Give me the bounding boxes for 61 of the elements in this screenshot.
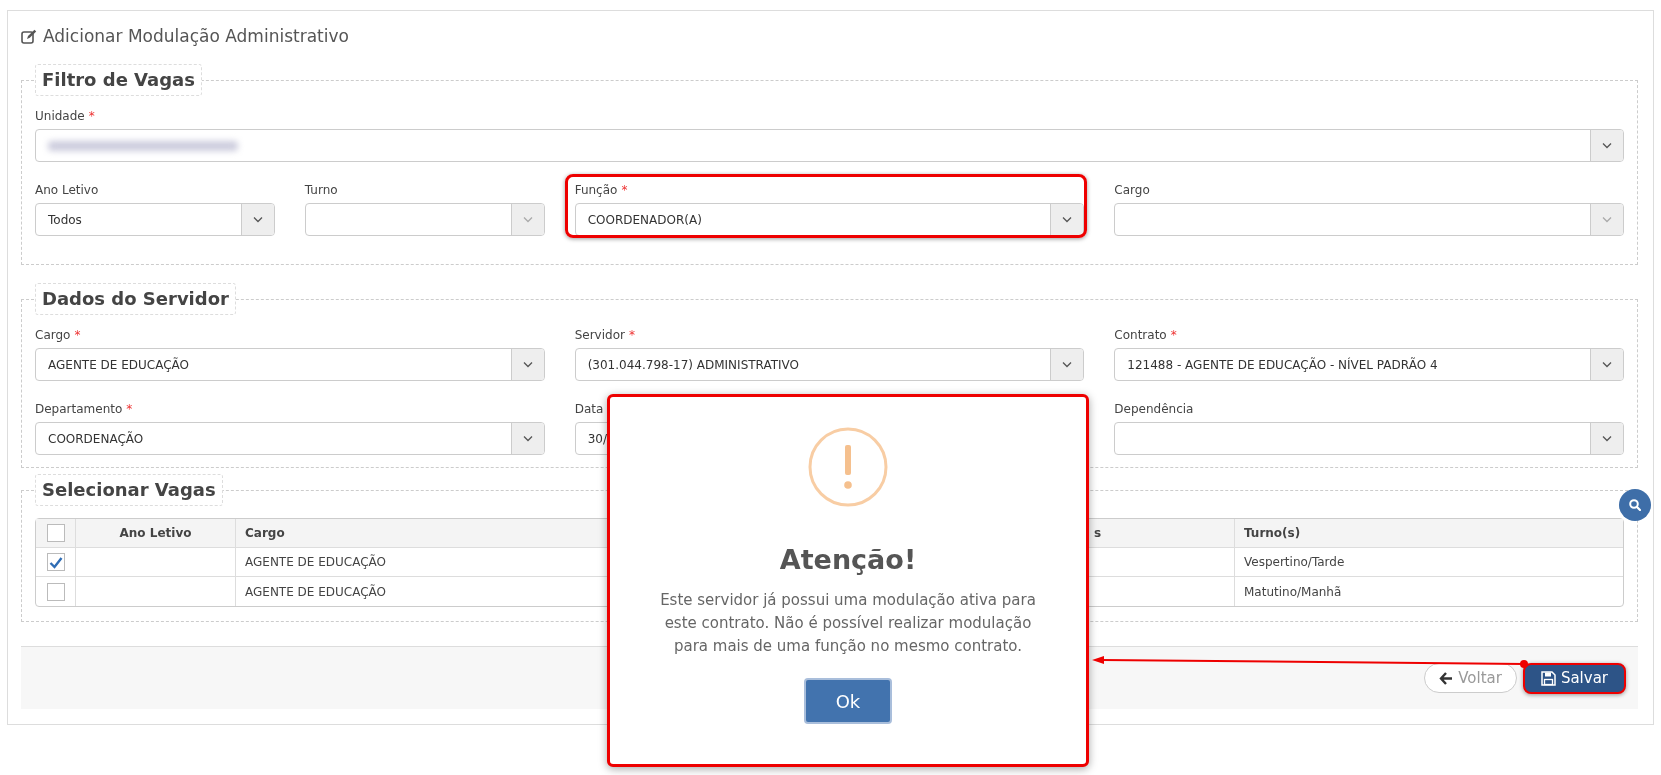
select-field[interactable] [1114,422,1624,455]
field-label: Ano Letivo [35,182,99,198]
field-label: Cargo [35,327,71,343]
column-header: s [1094,526,1102,540]
field-label: Data [574,401,604,417]
table-cell: Matutino/Manhã [1244,584,1342,599]
select-field[interactable]: Todos [35,203,275,236]
check-icon [48,555,63,569]
chevron-icon [522,216,533,223]
table-cell: AGENTE DE EDUCAÇÃO [245,555,387,569]
field-label: Unidade [35,108,85,124]
field-label: Turno [304,182,338,198]
page-title: Adicionar Modulação Administrativo [43,25,349,47]
chevron-icon [1602,142,1612,149]
chevron-icon [1062,361,1073,368]
checkbox[interactable] [46,553,65,571]
field-label: Dependência [1114,401,1194,417]
save-icon [1540,670,1556,686]
edit-icon [21,28,37,44]
section-legend: Selecionar Vagas [35,474,223,506]
warning-icon [808,427,888,507]
chevron-icon [1601,216,1612,223]
field-label: Servidor [574,327,625,343]
required-mark: * [88,108,95,124]
section-legend: Dados do Servidor [35,283,236,315]
select-field[interactable]: (301.044.798-17) ADMINISTRATIVO [574,348,1085,381]
required-mark: * [621,182,628,198]
search-button[interactable] [1619,489,1651,521]
required-mark: * [628,327,635,343]
column-header: Turno(s) [1244,526,1301,540]
chevron-icon [1601,435,1612,442]
search-icon [1629,499,1641,511]
required-mark: * [1170,327,1177,343]
column-header: Cargo [245,526,285,540]
field-label: Departamento [35,401,123,417]
select-field[interactable] [35,129,1624,162]
dialog-message: Este servidor já possui uma modulação ativa para este contrato. Não é possível realizar modulação para mais de uma função no mesmo contrato. [659,590,1037,657]
section-legend: Filtro de Vagas [35,64,202,96]
chevron-icon [522,361,533,368]
chevron-icon [522,435,533,442]
checkbox[interactable] [46,582,65,601]
field-label: Contrato [1114,327,1167,343]
table-cell: AGENTE DE EDUCAÇÃO [245,584,387,599]
chevron-icon [252,216,263,223]
table-cell: Vespertino/Tarde [1244,555,1345,569]
checkbox[interactable] [46,524,65,542]
required-mark: * [126,401,133,417]
chevron-icon [1601,361,1612,368]
select-field[interactable]: COORDENADOR(A) [574,203,1085,236]
chevron-icon [1062,216,1073,223]
required-mark: * [74,327,81,343]
ok-button[interactable]: Ok [804,678,892,724]
save-button[interactable]: Salvar [1522,662,1626,694]
dialog-title: Atenção! [779,543,917,577]
select-field[interactable]: 121488 - AGENTE DE EDUCAÇÃO - NÍVEL PADRÃO 4 [1114,348,1624,381]
select-field[interactable]: COORDENAÇÃO [35,422,545,455]
select-field[interactable]: AGENTE DE EDUCAÇÃO [35,348,545,381]
field-label: Função [574,182,618,198]
arrow-left-icon [1439,671,1454,685]
field-label: Cargo [1114,182,1150,198]
column-header: Ano Letivo [119,526,192,540]
